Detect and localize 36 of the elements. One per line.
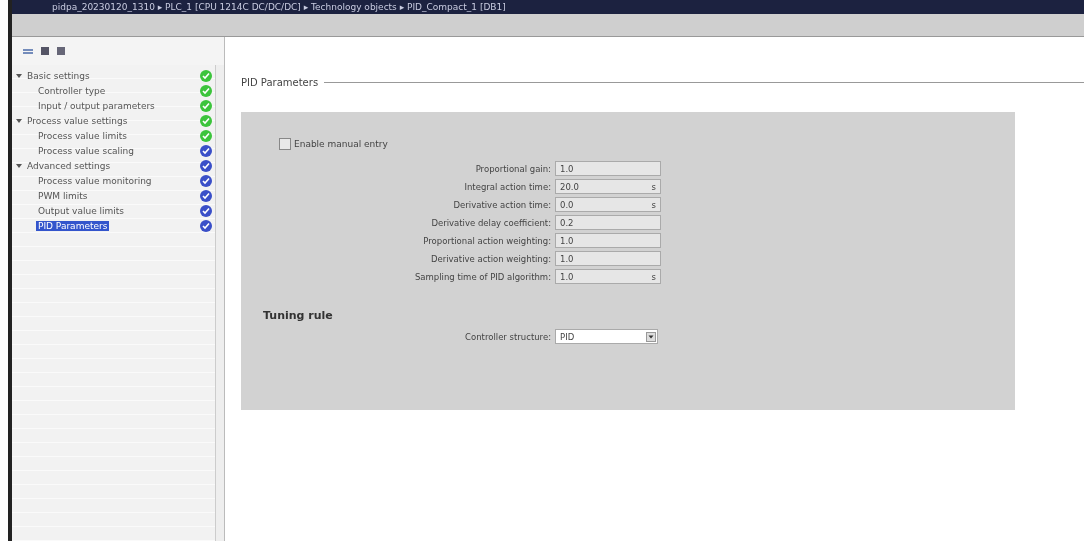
field-label: Derivative delay coefficient: [430,217,552,228]
input-field[interactable]: 1.0 [555,251,661,266]
field-label: Sampling time of PID algorithm: [413,271,552,282]
field-label: Integral action time: [463,181,552,192]
expand-arrow-icon[interactable] [16,162,22,169]
field-label: Proportional action weighting: [422,235,552,246]
nav-item[interactable]: PID Parameters [36,220,110,231]
checkbox-label: Enable manual entry [294,139,388,149]
dropdown-field[interactable]: PID [555,329,658,344]
expand-arrow-icon[interactable] [16,72,22,79]
nav-item[interactable]: Input / output parameters [36,100,157,111]
field-label: Derivative action time: [452,199,552,210]
input-field[interactable]: 20.0 s [555,179,661,194]
nav-item[interactable]: Basic settings [25,70,92,81]
field-label: Proportional gain: [474,163,552,174]
input-field[interactable]: 0.0 s [555,197,661,212]
section-title: PID Parameters [241,77,319,88]
scrollbar[interactable] [215,65,224,541]
nav-item[interactable]: PWM limits [36,190,90,201]
input-field[interactable]: 1.0 s [555,269,661,284]
field-label: Controller structure: [464,331,552,342]
nav-item[interactable]: Process value settings [25,115,130,126]
input-field[interactable]: 1.0 [555,233,661,248]
nav-item[interactable]: Output value limits [36,205,127,216]
nav-item[interactable]: Process value scaling [36,145,137,156]
expand-arrow-icon[interactable] [16,117,22,124]
checkbox[interactable] [279,138,291,150]
breadcrumb-title: pidpa_20230120_1310 ▸ PLC_1 [CPU 1214C DC/DC/DC] ▸ Technology objects ▸ PID_Compact_1 [DB1] [12,0,1084,14]
nav-item[interactable]: Process value monitoring [36,175,154,186]
nav-item[interactable]: Controller type [36,85,108,96]
input-field[interactable]: 1.0 [555,161,661,176]
field-label: Derivative action weighting: [429,253,552,264]
tuning-rule-heading: Tuning rule [263,309,334,322]
nav-item[interactable]: Process value limits [36,130,129,141]
input-field[interactable]: 0.2 [555,215,661,230]
nav-item[interactable]: Advanced settings [25,160,113,171]
